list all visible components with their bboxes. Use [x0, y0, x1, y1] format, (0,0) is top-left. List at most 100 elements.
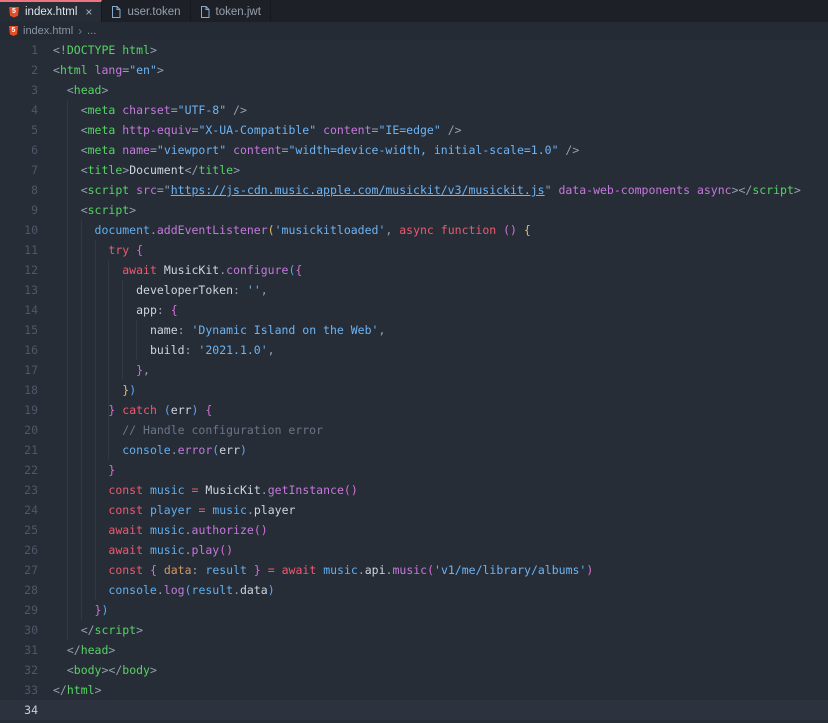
close-icon[interactable]: × — [85, 6, 92, 18]
tab-user-token[interactable]: user.token — [102, 0, 190, 22]
code-text: <meta name="viewport" content="width=dev… — [53, 140, 579, 160]
tab-bar: 5 index.html × user.token token.jwt — [0, 0, 828, 22]
code-line[interactable]: 34 — [0, 700, 828, 720]
line-number: 14 — [0, 300, 38, 320]
line-number: 7 — [0, 160, 38, 180]
code-text: <!DOCTYPE html> — [53, 40, 157, 60]
code-line[interactable]: 8 <script src="https://js-cdn.music.appl… — [0, 180, 828, 200]
code-line[interactable]: 32 <body></body> — [0, 660, 828, 680]
code-line[interactable]: 17 }, — [0, 360, 828, 380]
code-line[interactable]: 19 } catch (err) { — [0, 400, 828, 420]
line-number: 13 — [0, 280, 38, 300]
tab-index-html[interactable]: 5 index.html × — [0, 0, 102, 22]
line-number: 29 — [0, 600, 38, 620]
code-line[interactable]: 31 </head> — [0, 640, 828, 660]
code-line[interactable]: 21 console.error(err) — [0, 440, 828, 460]
line-number: 27 — [0, 560, 38, 580]
code-text: }) — [53, 380, 136, 400]
code-text: document.addEventListener('musickitloade… — [53, 220, 531, 240]
code-line[interactable]: 14 app: { — [0, 300, 828, 320]
code-text: <script> — [53, 200, 136, 220]
code-line[interactable]: 1 <!DOCTYPE html> — [0, 40, 828, 60]
code-text: </head> — [53, 640, 115, 660]
code-text: developerToken: '', — [53, 280, 268, 300]
line-number: 2 — [0, 60, 38, 80]
code-line[interactable]: 6 <meta name="viewport" content="width=d… — [0, 140, 828, 160]
line-number: 8 — [0, 180, 38, 200]
tab-label: index.html — [25, 6, 77, 18]
line-number: 11 — [0, 240, 38, 260]
code-line[interactable]: 2 <html lang="en"> — [0, 60, 828, 80]
line-number: 21 — [0, 440, 38, 460]
code-line[interactable]: 16 build: '2021.1.0', — [0, 340, 828, 360]
code-text: console.error(err) — [53, 440, 247, 460]
line-number: 10 — [0, 220, 38, 240]
code-text: build: '2021.1.0', — [53, 340, 275, 360]
code-line[interactable]: 7 <title>Document</title> — [0, 160, 828, 180]
code-text: await music.authorize() — [53, 520, 268, 540]
code-text: }) — [53, 600, 108, 620]
code-text: name: 'Dynamic Island on the Web', — [53, 320, 385, 340]
code-text: <meta charset="UTF-8" /> — [53, 100, 247, 120]
tab-label: token.jwt — [216, 6, 261, 18]
chevron-right-icon: › — [78, 24, 82, 38]
code-editor[interactable]: 1<!DOCTYPE html>2<html lang="en">3 <head… — [0, 40, 828, 723]
code-line[interactable]: 33 </html> — [0, 680, 828, 700]
line-number: 23 — [0, 480, 38, 500]
code-text: const music = MusicKit.getInstance() — [53, 480, 358, 500]
code-text: <title>Document</title> — [53, 160, 240, 180]
code-line[interactable]: 13 developerToken: '', — [0, 280, 828, 300]
code-line[interactable]: 22 } — [0, 460, 828, 480]
code-line[interactable]: 26 await music.play() — [0, 540, 828, 560]
code-line[interactable]: 29 }) — [0, 600, 828, 620]
code-line[interactable]: 3 <head> — [0, 80, 828, 100]
code-line[interactable]: 5 <meta http-equiv="X-UA-Compatible" con… — [0, 120, 828, 140]
code-text: </script> — [53, 620, 143, 640]
code-text: console.log(result.data) — [53, 580, 275, 600]
code-text: </html> — [53, 680, 102, 700]
code-text: <head> — [53, 80, 108, 100]
code-line[interactable]: 23 const music = MusicKit.getInstance() — [0, 480, 828, 500]
breadcrumb: 5 index.html › ... — [0, 22, 828, 40]
code-text: try { — [53, 240, 143, 260]
line-number: 3 — [0, 80, 38, 100]
code-line[interactable]: 18 }) — [0, 380, 828, 400]
code-text: }, — [53, 360, 150, 380]
code-text: await MusicKit.configure({ — [53, 260, 302, 280]
code-text: } — [53, 460, 115, 480]
code-area: 1<!DOCTYPE html>2<html lang="en">3 <head… — [0, 40, 828, 720]
code-text: <html lang="en"> — [53, 60, 164, 80]
line-number: 19 — [0, 400, 38, 420]
code-line[interactable]: 4 <meta charset="UTF-8" /> — [0, 100, 828, 120]
line-number: 15 — [0, 320, 38, 340]
code-line[interactable]: 11 try { — [0, 240, 828, 260]
breadcrumb-more[interactable]: ... — [87, 25, 96, 37]
line-number: 6 — [0, 140, 38, 160]
code-line[interactable]: 20 // Handle configuration error — [0, 420, 828, 440]
code-line[interactable]: 9 <script> — [0, 200, 828, 220]
code-line[interactable]: 27 const { data: result } = await music.… — [0, 560, 828, 580]
line-number: 34 — [0, 700, 38, 720]
line-number: 30 — [0, 620, 38, 640]
code-line[interactable]: 25 await music.authorize() — [0, 520, 828, 540]
code-line[interactable]: 28 console.log(result.data) — [0, 580, 828, 600]
code-line[interactable]: 15 name: 'Dynamic Island on the Web', — [0, 320, 828, 340]
line-number: 1 — [0, 40, 38, 60]
line-number: 33 — [0, 680, 38, 700]
code-text: } catch (err) { — [53, 400, 212, 420]
line-number: 26 — [0, 540, 38, 560]
html5-icon: 5 — [9, 7, 19, 18]
line-number: 16 — [0, 340, 38, 360]
code-line[interactable]: 12 await MusicKit.configure({ — [0, 260, 828, 280]
line-number: 12 — [0, 260, 38, 280]
code-line[interactable]: 30 </script> — [0, 620, 828, 640]
line-number: 9 — [0, 200, 38, 220]
code-text: // Handle configuration error — [53, 420, 323, 440]
code-line[interactable]: 10 document.addEventListener('musickitlo… — [0, 220, 828, 240]
line-number: 5 — [0, 120, 38, 140]
line-number: 25 — [0, 520, 38, 540]
tab-token-jwt[interactable]: token.jwt — [191, 0, 271, 22]
line-number: 28 — [0, 580, 38, 600]
breadcrumb-file[interactable]: index.html — [23, 25, 73, 37]
code-line[interactable]: 24 const player = music.player — [0, 500, 828, 520]
